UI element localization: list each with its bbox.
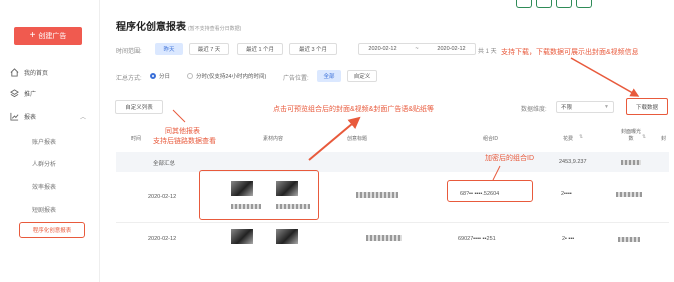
sidebar-item-home[interactable]: 我的首页 (10, 68, 48, 77)
create-ad-button[interactable]: + 创建广告 (14, 27, 82, 45)
sidebar-item-label: 我的首页 (24, 71, 49, 77)
home-icon (10, 68, 19, 77)
chevron-up-icon: ︿ (80, 115, 87, 121)
sidebar-item-label: 报表 (24, 115, 37, 121)
sidebar-item-label: 推广 (24, 92, 37, 98)
chart-icon (10, 112, 19, 121)
main-content: 程序化创意报表 (暂不支持查看分日数据) 时间范围: 昨天 最近 7 天 最近 1… (101, 0, 674, 282)
create-ad-label: 创建广告 (38, 33, 67, 40)
arrow-to-download (570, 57, 640, 97)
sidebar-subitem-account-report[interactable]: 账户报表 (32, 137, 56, 146)
sidebar-subitem-creative-report[interactable]: 程序化创意报表 (19, 222, 85, 238)
arrow-to-combo (492, 165, 501, 181)
sidebar-item-reports[interactable]: 报表 ︿ (10, 112, 90, 121)
sidebar: + 创建广告 我的首页 推广 报表 ︿ 账户报表 人群分析 效率报表 短剧报表 … (0, 0, 100, 282)
plus-icon: + (29, 30, 36, 41)
sidebar-subitem-short-drama[interactable]: 短剧报表 (32, 205, 56, 214)
sidebar-item-promotion[interactable]: 推广 (10, 89, 36, 98)
sidebar-subitem-efficiency[interactable]: 效率报表 (32, 182, 56, 191)
sidebar-subitem-audience[interactable]: 人群分析 (32, 159, 56, 168)
layers-icon (10, 89, 19, 98)
arrow-from-custom (172, 109, 186, 123)
annotation-arrows (172, 57, 640, 181)
arrow-to-preview (308, 116, 361, 161)
